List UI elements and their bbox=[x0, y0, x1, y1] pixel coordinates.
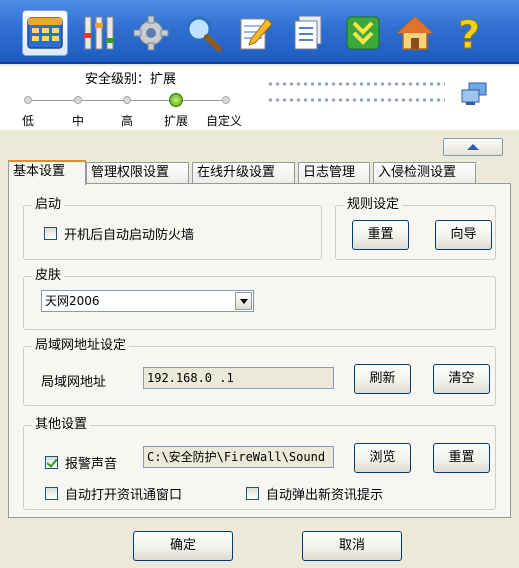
cancel-button[interactable]: 取消 bbox=[302, 531, 402, 561]
lan-group: 局域网地址设定 局域网地址 192.168.0 .1 刷新 清空 bbox=[23, 338, 496, 406]
level-dot-custom[interactable] bbox=[222, 96, 230, 104]
skin-title: 皮肤 bbox=[32, 268, 65, 284]
notepad-button[interactable] bbox=[232, 10, 278, 56]
rules-title: 规则设定 bbox=[344, 197, 403, 213]
skin-select[interactable]: 天网2006 bbox=[41, 290, 254, 312]
tab-log-management[interactable]: 日志管理 bbox=[298, 162, 370, 184]
lan-address-label: 局域网地址 bbox=[41, 375, 107, 390]
rules-wizard-button[interactable]: 向导 bbox=[435, 220, 492, 250]
status-dots bbox=[267, 79, 445, 109]
lan-title: 局域网地址设定 bbox=[32, 338, 130, 354]
search-button[interactable] bbox=[180, 10, 226, 56]
level-dot-medium[interactable] bbox=[74, 96, 82, 104]
startup-title: 启动 bbox=[32, 197, 65, 213]
sliders-icon bbox=[84, 16, 114, 50]
other-settings-title: 其他设置 bbox=[32, 417, 91, 433]
level-label-high: 高 bbox=[121, 114, 134, 128]
autostart-label: 开机后自动启动防火墙 bbox=[64, 228, 195, 243]
rules-reset-button[interactable]: 重置 bbox=[352, 220, 409, 250]
alarm-sound-checkbox[interactable] bbox=[45, 456, 58, 469]
level-label-extended: 扩展 bbox=[164, 114, 189, 128]
sliders-button[interactable] bbox=[76, 10, 122, 56]
startup-group: 启动 开机后自动启动防火墙 bbox=[23, 197, 322, 260]
tab-online-upgrade[interactable]: 在线升级设置 bbox=[192, 162, 295, 184]
skin-group: 皮肤 天网2006 bbox=[23, 268, 496, 330]
grid-button[interactable] bbox=[22, 10, 68, 56]
tab-intrusion-detection[interactable]: 入侵检测设置 bbox=[373, 162, 476, 184]
auto-open-label: 自动打开资讯通窗口 bbox=[65, 488, 183, 503]
home-icon bbox=[396, 15, 434, 50]
gear-icon bbox=[133, 15, 169, 51]
grid-icon bbox=[27, 17, 63, 49]
security-level-panel: 安全级别：扩展 低 中 高 扩展 自定义 bbox=[0, 66, 519, 130]
auto-popup-label: 自动弹出新资讯提示 bbox=[266, 488, 384, 503]
download-arrow-icon bbox=[346, 16, 380, 50]
level-dot-extended[interactable] bbox=[169, 93, 183, 107]
autostart-checkbox[interactable] bbox=[44, 227, 57, 240]
network-icon bbox=[461, 82, 487, 105]
rules-group: 规则设定 重置 向导 bbox=[335, 197, 496, 260]
level-label-low: 低 bbox=[22, 114, 35, 128]
tab-basic-settings[interactable]: 基本设置 bbox=[8, 160, 86, 185]
other-reset-button[interactable]: 重置 bbox=[433, 443, 490, 473]
auto-popup-checkbox[interactable] bbox=[246, 487, 259, 500]
ok-button[interactable]: 确定 bbox=[133, 531, 233, 561]
download-button[interactable] bbox=[340, 10, 386, 56]
alarm-sound-label: 报警声音 bbox=[65, 457, 118, 472]
notepad-icon bbox=[240, 18, 273, 50]
collapse-button[interactable] bbox=[443, 138, 503, 156]
svg-text:?: ? bbox=[458, 13, 480, 53]
document-icon bbox=[294, 15, 322, 50]
level-dot-low[interactable] bbox=[24, 96, 32, 104]
level-label-custom: 自定义 bbox=[206, 114, 243, 128]
search-icon bbox=[186, 16, 222, 52]
browse-button[interactable]: 浏览 bbox=[354, 443, 411, 473]
gear-button[interactable] bbox=[128, 10, 174, 56]
auto-open-checkbox[interactable] bbox=[45, 487, 58, 500]
help-icon: ? bbox=[457, 13, 480, 53]
security-level-title: 安全级别：扩展 bbox=[85, 72, 177, 87]
lan-refresh-button[interactable]: 刷新 bbox=[354, 364, 411, 394]
skin-selected-value: 天网2006 bbox=[45, 294, 100, 308]
other-settings-group: 其他设置 报警声音 C:\安全防护\FireWall\Sound 浏览 重置 自… bbox=[23, 417, 496, 510]
lan-clear-button[interactable]: 清空 bbox=[433, 364, 490, 394]
document-button[interactable] bbox=[286, 10, 332, 56]
lan-address-field[interactable]: 192.168.0 .1 bbox=[143, 367, 334, 389]
settings-panel: 启动 开机后自动启动防火墙 规则设定 重置 向导 皮肤 天网2006 局域网地址… bbox=[8, 183, 511, 518]
home-button[interactable] bbox=[392, 10, 438, 56]
toolbar: ? bbox=[0, 0, 519, 64]
sound-path-field[interactable]: C:\安全防护\FireWall\Sound bbox=[143, 446, 334, 468]
level-dot-high[interactable] bbox=[123, 96, 131, 104]
chevron-up-icon bbox=[467, 144, 479, 150]
chevron-down-icon[interactable] bbox=[235, 292, 252, 310]
tab-admin-permissions[interactable]: 管理权限设置 bbox=[86, 162, 189, 184]
level-label-medium: 中 bbox=[72, 114, 85, 128]
help-button[interactable]: ? bbox=[446, 10, 492, 56]
